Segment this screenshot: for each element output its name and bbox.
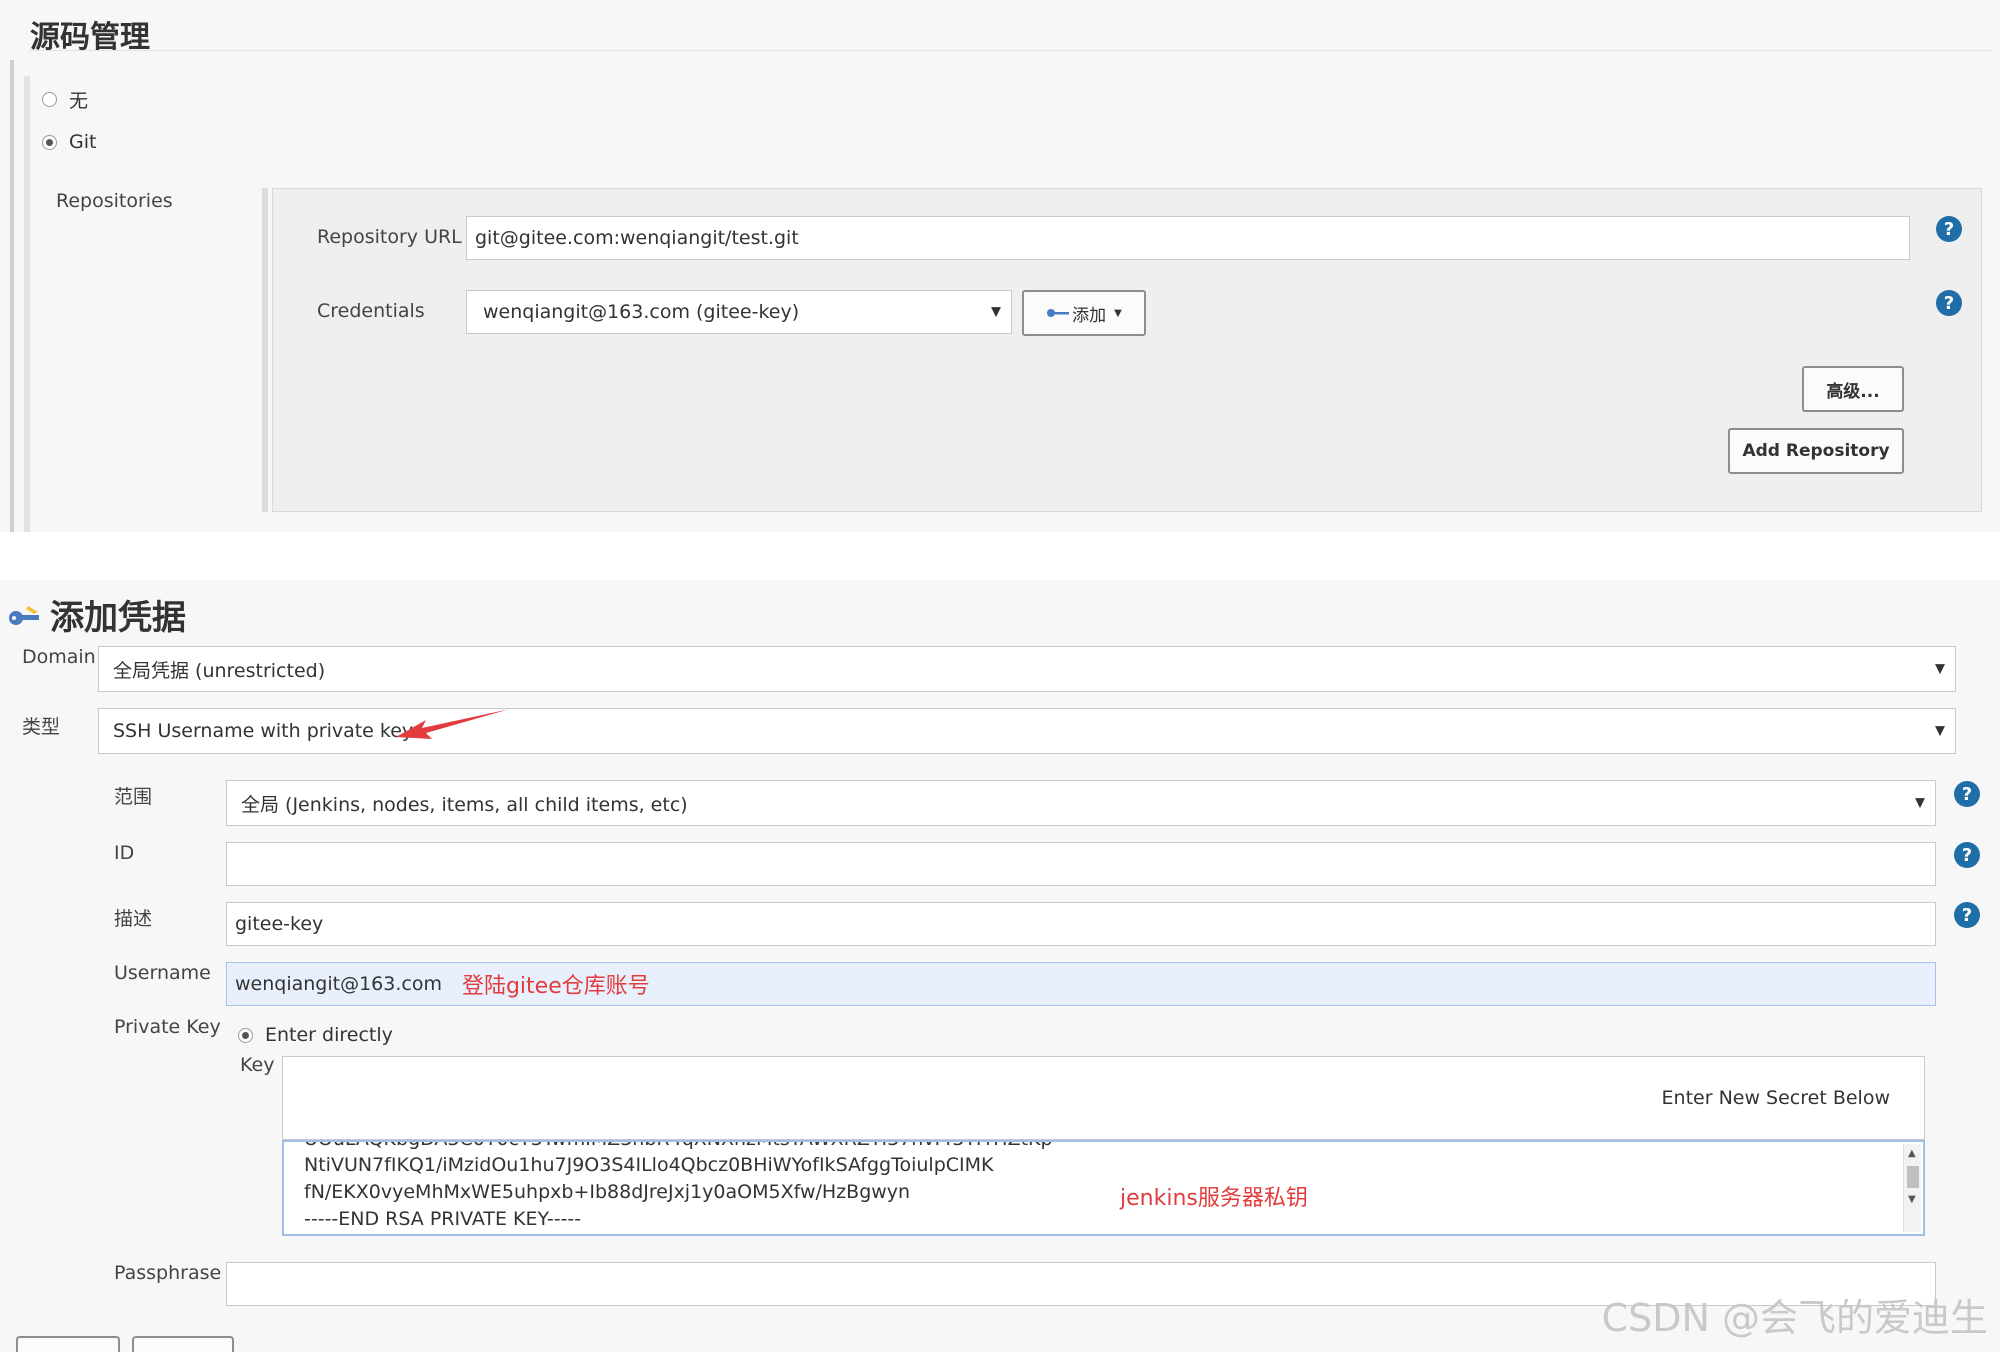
key-label: Key bbox=[240, 1054, 275, 1076]
repositories-divider bbox=[262, 188, 268, 512]
private-key-label: Private Key bbox=[114, 1016, 221, 1038]
chevron-down-icon: ▼ bbox=[1935, 661, 1945, 677]
secret-box: Enter New Secret Below bbox=[282, 1056, 1925, 1140]
scroll-thumb[interactable] bbox=[1907, 1166, 1919, 1188]
scope-select[interactable]: 全局 (Jenkins, nodes, items, all child ite… bbox=[226, 780, 1936, 826]
key-line: fN/EKX0vyeMhMxWE5uhpxb+Ib88dJreJxj1y0aOM… bbox=[304, 1181, 911, 1203]
username-input[interactable]: wenqiangit@163.com 登陆gitee仓库账号 bbox=[226, 962, 1936, 1006]
credentials-value: wenqiangit@163.com (gitee-key) bbox=[483, 301, 800, 323]
username-annotation: 登陆gitee仓库账号 bbox=[461, 974, 650, 999]
chevron-down-icon: ▼ bbox=[1935, 723, 1945, 739]
repository-url-help-icon[interactable]: ? bbox=[1936, 216, 1962, 242]
radio-none[interactable] bbox=[42, 92, 57, 107]
section-bar bbox=[10, 60, 14, 532]
watermark: CSDN @会飞的爱迪生 bbox=[1601, 1296, 1988, 1340]
cancel-button[interactable] bbox=[132, 1336, 234, 1352]
repositories-label: Repositories bbox=[56, 190, 173, 212]
type-label: 类型 bbox=[22, 716, 61, 738]
key-line: -----END RSA PRIVATE KEY----- bbox=[304, 1208, 582, 1230]
add-credentials-button[interactable]: 添加 ▼ bbox=[1022, 290, 1146, 336]
scroll-down-icon[interactable]: ▼ bbox=[1908, 1194, 1916, 1205]
secret-hint: Enter New Secret Below bbox=[1661, 1087, 1890, 1109]
add-credentials-label: 添加 bbox=[1072, 305, 1107, 326]
id-help-icon[interactable]: ? bbox=[1954, 842, 1980, 868]
credentials-select[interactable]: wenqiangit@163.com (gitee-key) ▼ bbox=[466, 290, 1012, 334]
key-scrollbar[interactable]: ▲ ▼ bbox=[1903, 1144, 1921, 1232]
key-icon bbox=[1047, 309, 1070, 317]
caret-down-icon: ▼ bbox=[1114, 307, 1122, 319]
credentials-label: Credentials bbox=[317, 300, 425, 322]
id-label: ID bbox=[114, 842, 135, 864]
private-key-textarea[interactable]: UOuLAQKbgDA3C0T0cT3TwmIMZ3nbR4qXNXnzMtsT… bbox=[282, 1140, 1925, 1236]
radio-git[interactable] bbox=[42, 134, 57, 150]
git-section-bar bbox=[24, 76, 30, 532]
chevron-down-icon: ▼ bbox=[991, 304, 1001, 320]
domain-label: Domain bbox=[22, 646, 96, 668]
key-annotation: jenkins服务器私钥 bbox=[1120, 1186, 1308, 1211]
description-value: gitee-key bbox=[235, 913, 324, 935]
type-value: SSH Username with private key bbox=[113, 720, 414, 742]
annotation-arrow-icon bbox=[396, 709, 510, 739]
key-line: UOuLAQKbgDA3C0T0cT3TwmIMZ3nbR4qXNXnzMtsT… bbox=[304, 1142, 1053, 1150]
scope-label: 范围 bbox=[114, 786, 153, 808]
repository-url-input[interactable]: git@gitee.com:wenqiangit/test.git bbox=[466, 216, 1910, 260]
type-select[interactable]: SSH Username with private key ▼ bbox=[98, 708, 1956, 754]
enter-directly-label: Enter directly bbox=[265, 1024, 393, 1046]
credentials-title: 添加凭据 bbox=[50, 598, 186, 638]
source-control-panel: 源码管理 无 Git Repositories Repository URL g… bbox=[0, 0, 2000, 532]
key-icon bbox=[9, 606, 39, 625]
scm-option-none-label: 无 bbox=[69, 90, 89, 112]
scope-help-icon[interactable]: ? bbox=[1954, 781, 1980, 807]
description-input[interactable]: gitee-key bbox=[226, 902, 1936, 946]
key-line: NtiVUN7fIKQ1/iMzidOu1hu7J9O3S4ILlo4Qbcz0… bbox=[304, 1154, 994, 1176]
credentials-help-icon[interactable]: ? bbox=[1936, 290, 1962, 316]
description-help-icon[interactable]: ? bbox=[1954, 902, 1980, 928]
scroll-up-icon[interactable]: ▲ bbox=[1908, 1148, 1916, 1159]
passphrase-label: Passphrase bbox=[114, 1262, 222, 1284]
description-label: 描述 bbox=[114, 908, 153, 930]
domain-value: 全局凭据 (unrestricted) bbox=[113, 659, 326, 682]
radio-enter-directly[interactable] bbox=[238, 1027, 253, 1043]
username-label: Username bbox=[114, 962, 211, 984]
scope-value: 全局 (Jenkins, nodes, items, all child ite… bbox=[241, 793, 688, 816]
repository-url-label: Repository URL bbox=[317, 226, 462, 248]
confirm-button[interactable] bbox=[16, 1336, 120, 1352]
scm-option-git-label: Git bbox=[69, 131, 97, 153]
chevron-down-icon: ▼ bbox=[1915, 795, 1925, 811]
scm-option-git[interactable]: Git bbox=[42, 131, 96, 153]
add-repository-button[interactable]: Add Repository bbox=[1728, 428, 1904, 474]
scm-option-none[interactable]: 无 bbox=[42, 86, 88, 113]
advanced-button[interactable]: 高级... bbox=[1802, 366, 1904, 412]
domain-select[interactable]: 全局凭据 (unrestricted) ▼ bbox=[98, 646, 1956, 692]
title-divider bbox=[28, 50, 1992, 51]
id-input[interactable] bbox=[226, 842, 1936, 886]
repository-url-value: git@gitee.com:wenqiangit/test.git bbox=[475, 227, 799, 249]
enter-directly-option[interactable]: Enter directly bbox=[238, 1024, 393, 1046]
username-value: wenqiangit@163.com bbox=[235, 973, 442, 995]
